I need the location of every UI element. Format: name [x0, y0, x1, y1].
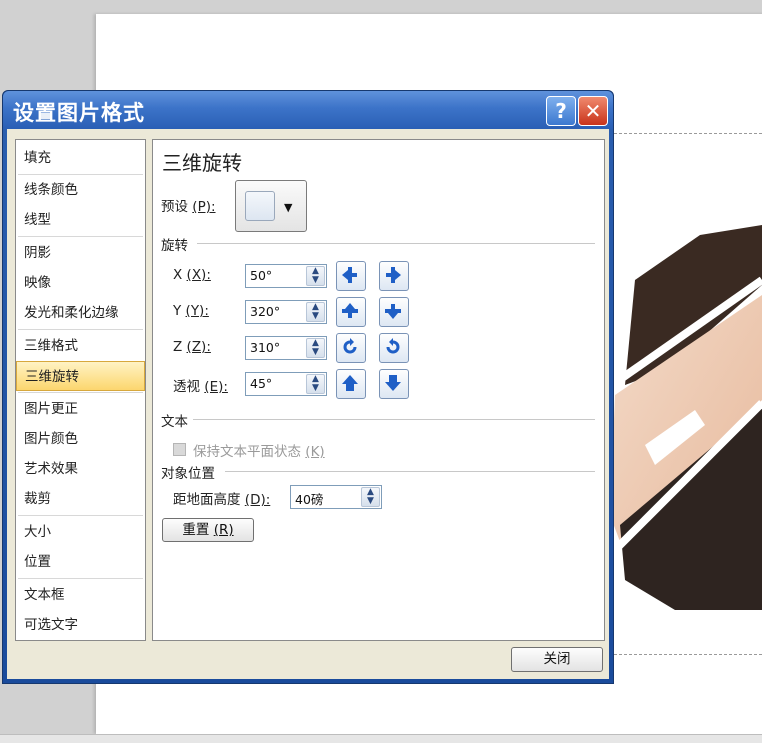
z-rotation-value: 310°	[250, 340, 281, 355]
format-picture-dialog: 设置图片格式 ? ✕ 填充 线条颜色 线型 阴影 映像 发光和柔化边缘 三维格式…	[2, 90, 614, 684]
rotated-photo[interactable]	[605, 225, 762, 610]
rotate-up-icon	[342, 303, 358, 318]
z-rotation-label: Z (Z):	[173, 339, 211, 355]
rotate-down-icon	[385, 304, 401, 319]
nav-divider	[18, 392, 143, 393]
perspective-label-text: 透视	[173, 379, 200, 395]
chevron-down-icon: ▼	[284, 201, 293, 214]
help-icon[interactable]: ?	[546, 96, 576, 126]
category-list: 填充 线条颜色 线型 阴影 映像 发光和柔化边缘 三维格式 三维旋转 图片更正 …	[15, 139, 146, 641]
placeholder-border-bottom	[614, 654, 762, 655]
rotate-right-icon	[386, 267, 401, 283]
keep-text-flat-text: 保持文本平面状态	[193, 444, 301, 460]
nav-item-size[interactable]: 大小	[16, 517, 145, 547]
y-rotation-input[interactable]: 320° ▲ ▼	[245, 300, 327, 324]
distance-label-key: (D):	[244, 492, 271, 508]
nav-item-glow-soft-edges[interactable]: 发光和柔化边缘	[16, 298, 145, 328]
nav-item-alt-text[interactable]: 可选文字	[16, 610, 145, 640]
dialog-client: 填充 线条颜色 线型 阴影 映像 发光和柔化边缘 三维格式 三维旋转 图片更正 …	[7, 129, 609, 679]
keep-text-flat-key: (K)	[305, 444, 325, 460]
nav-divider	[18, 236, 143, 237]
preset-label-key: (P):	[192, 199, 216, 215]
nav-item-crop[interactable]: 裁剪	[16, 484, 145, 514]
y-rotation-value: 320°	[250, 304, 281, 319]
y-label-text: Y	[173, 303, 182, 319]
rotate-up-button[interactable]	[336, 297, 366, 327]
x-rotation-input[interactable]: 50° ▲ ▼	[245, 264, 327, 288]
nav-divider	[18, 329, 143, 330]
object-position-group-rule	[225, 471, 595, 472]
perspective-label-key: (E):	[204, 379, 228, 395]
nav-item-picture-corrections[interactable]: 图片更正	[16, 394, 145, 424]
reset-label: 重置	[182, 522, 210, 538]
nav-item-line-style[interactable]: 线型	[16, 205, 145, 235]
reset-key: (R)	[213, 522, 234, 538]
rotate-left-icon	[342, 267, 357, 283]
preset-dropdown[interactable]: ▼	[235, 180, 307, 232]
preset-label: 预设 (P):	[161, 195, 216, 215]
spin-arrows-icon[interactable]: ▲ ▼	[306, 266, 325, 286]
object-position-group-label: 对象位置	[161, 466, 215, 482]
spin-arrows-icon[interactable]: ▲ ▼	[306, 374, 325, 394]
dialog-title: 设置图片格式	[13, 100, 145, 125]
nav-item-reflection[interactable]: 映像	[16, 268, 145, 298]
close-icon[interactable]: ✕	[578, 96, 608, 126]
perspective-narrow-icon	[342, 375, 358, 391]
spin-arrows-icon[interactable]: ▲ ▼	[361, 487, 380, 507]
distance-value: 40磅	[295, 492, 324, 507]
preset-label-text: 预设	[161, 199, 188, 215]
y-label-key: (Y):	[185, 303, 209, 319]
nav-item-fill[interactable]: 填充	[16, 143, 145, 173]
keep-text-flat-checkbox[interactable]	[173, 443, 186, 456]
panel-title: 三维旋转	[162, 151, 242, 175]
perspective-label: 透视 (E):	[173, 375, 228, 395]
close-button[interactable]: 关闭	[511, 647, 603, 672]
rotate-down-button[interactable]	[379, 297, 409, 327]
spin-arrows-icon[interactable]: ▲ ▼	[306, 338, 325, 358]
rotate-right-button[interactable]	[379, 261, 409, 291]
perspective-widen-button[interactable]	[379, 369, 409, 399]
x-rotation-value: 50°	[250, 268, 273, 283]
nav-divider	[18, 578, 143, 579]
nav-item-picture-color[interactable]: 图片颜色	[16, 424, 145, 454]
keep-text-flat-label: 保持文本平面状态 (K)	[193, 440, 325, 460]
rotation-group-rule	[197, 243, 595, 244]
rotate-left-button[interactable]	[336, 261, 366, 291]
y-rotation-label: Y (Y):	[173, 303, 209, 319]
rotate-clockwise-icon	[386, 338, 400, 354]
placeholder-border-top	[614, 133, 762, 134]
nav-item-text-box[interactable]: 文本框	[16, 580, 145, 610]
nav-item-3d-format[interactable]: 三维格式	[16, 331, 145, 361]
spin-arrows-icon[interactable]: ▲ ▼	[306, 302, 325, 322]
nav-item-shadow[interactable]: 阴影	[16, 238, 145, 268]
rotate-counterclockwise-button[interactable]	[336, 333, 366, 363]
distance-label-text: 距地面高度	[173, 492, 241, 508]
distance-from-ground-label: 距地面高度 (D):	[173, 488, 270, 508]
text-group-label: 文本	[161, 414, 188, 430]
reset-button[interactable]: 重置 (R)	[162, 518, 254, 542]
z-label-key: (Z):	[186, 339, 211, 355]
z-rotation-input[interactable]: 310° ▲ ▼	[245, 336, 327, 360]
preset-preview	[245, 191, 275, 221]
perspective-input[interactable]: 45° ▲ ▼	[245, 372, 327, 396]
perspective-widen-icon	[385, 375, 401, 391]
rotation-group-label: 旋转	[161, 238, 188, 254]
nav-divider	[18, 515, 143, 516]
settings-panel: 三维旋转 预设 (P): ▼ 旋转 X (X): 50° ▲ ▼ Y (Y): 3…	[152, 139, 605, 641]
perspective-narrow-button[interactable]	[336, 369, 366, 399]
nav-item-3d-rotation[interactable]: 三维旋转	[16, 361, 145, 391]
x-label-text: X	[173, 267, 183, 283]
x-label-key: (X):	[186, 267, 211, 283]
distance-from-ground-input[interactable]: 40磅 ▲ ▼	[290, 485, 382, 509]
nav-item-line-color[interactable]: 线条颜色	[16, 175, 145, 205]
rotate-counterclockwise-icon	[343, 338, 357, 354]
nav-item-position[interactable]: 位置	[16, 547, 145, 577]
text-group-rule	[193, 419, 595, 420]
dialog-title-bar[interactable]: 设置图片格式 ? ✕	[3, 91, 613, 129]
perspective-value: 45°	[250, 376, 273, 391]
nav-item-artistic-effects[interactable]: 艺术效果	[16, 454, 145, 484]
x-rotation-label: X (X):	[173, 267, 211, 283]
rotate-clockwise-button[interactable]	[379, 333, 409, 363]
z-label-text: Z	[173, 339, 183, 355]
